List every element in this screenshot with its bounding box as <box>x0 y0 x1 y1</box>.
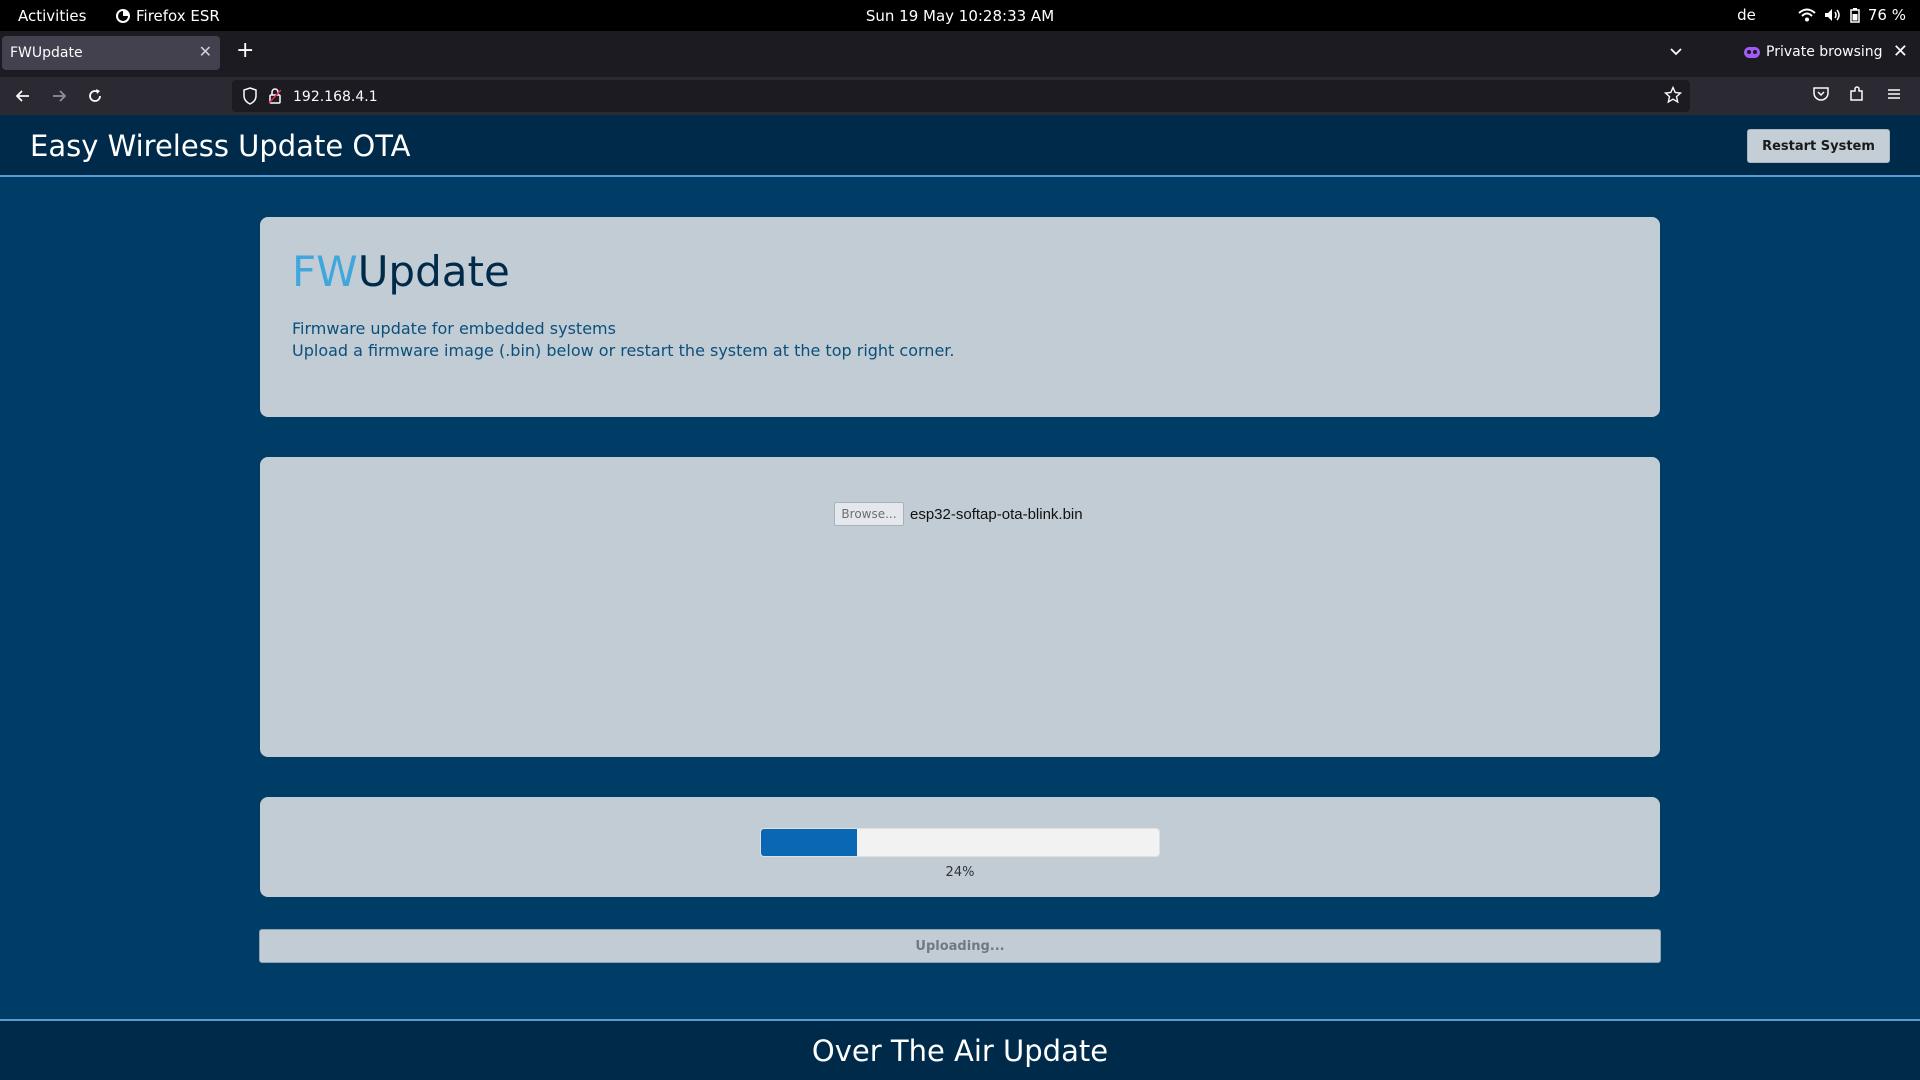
hero-title-accent: FW <box>292 247 358 296</box>
chevron-down-icon[interactable] <box>1668 43 1684 59</box>
back-button[interactable] <box>12 85 34 107</box>
keyboard-layout[interactable]: de <box>1737 6 1756 24</box>
extensions-button[interactable] <box>1848 85 1870 107</box>
firefox-icon <box>116 9 130 23</box>
upload-button[interactable]: Uploading... <box>259 929 1661 963</box>
url-bar[interactable]: 192.168.4.1 <box>232 80 1690 112</box>
reload-button[interactable] <box>84 85 106 107</box>
activities-button[interactable]: Activities <box>18 7 86 25</box>
new-tab-icon[interactable]: + <box>236 40 254 62</box>
file-input[interactable]: Browse... esp32-softap-ota-blink.bin <box>834 502 1083 526</box>
tab-fwupdate[interactable]: FWUpdate ✕ <box>2 36 220 70</box>
private-mask-icon <box>1744 46 1760 58</box>
selected-file-name: esp32-softap-ota-blink.bin <box>910 505 1083 523</box>
arrow-left-icon <box>15 90 29 102</box>
system-status-area[interactable]: de 76 % <box>1737 6 1906 24</box>
page-header: Easy Wireless Update OTA Restart System <box>0 115 1920 177</box>
close-tab-icon[interactable]: ✕ <box>199 42 212 61</box>
insecure-lock-icon[interactable] <box>268 87 282 105</box>
browse-button[interactable]: Browse... <box>834 502 904 526</box>
wifi-icon <box>1798 8 1816 22</box>
reload-icon <box>89 89 101 102</box>
url-text[interactable]: 192.168.4.1 <box>293 89 378 105</box>
system-top-bar: Activities Firefox ESR Sun 19 May 10:28:… <box>0 0 1920 31</box>
pocket-button[interactable] <box>1812 85 1834 107</box>
intro-card: FWUpdate Firmware update for embedded sy… <box>260 217 1660 417</box>
hero-title: FWUpdate <box>292 247 510 296</box>
app-menu-button[interactable] <box>1885 85 1907 107</box>
tab-title: FWUpdate <box>10 45 83 61</box>
hamburger-menu-icon <box>1888 89 1900 99</box>
page-footer: Over The Air Update <box>0 1019 1920 1080</box>
web-page: Easy Wireless Update OTA Restart System … <box>0 115 1920 1080</box>
app-name: Firefox ESR <box>136 7 220 25</box>
file-upload-card: Browse... esp32-softap-ota-blink.bin <box>260 457 1660 757</box>
restart-system-button[interactable]: Restart System <box>1747 129 1890 163</box>
app-menu[interactable]: Firefox ESR <box>116 7 220 25</box>
hero-description-line2: Upload a firmware image (.bin) below or … <box>292 341 955 360</box>
close-window-icon[interactable]: ✕ <box>1893 41 1908 62</box>
navigation-bar: 192.168.4.1 <box>0 77 1920 115</box>
puzzle-icon <box>1850 86 1863 101</box>
progress-bar-fill <box>761 829 857 856</box>
arrow-right-icon <box>53 90 67 102</box>
bookmark-star-icon[interactable] <box>1664 86 1682 104</box>
page-header-title: Easy Wireless Update OTA <box>30 129 411 163</box>
pocket-icon <box>1813 87 1829 101</box>
tracking-protection-icon[interactable] <box>242 87 258 105</box>
private-browsing-indicator: Private browsing <box>1744 44 1883 60</box>
progress-percentage: 24% <box>945 865 975 880</box>
hero-title-rest: Update <box>357 247 510 296</box>
hero-description-line1: Firmware update for embedded systems <box>292 319 616 338</box>
page-footer-title: Over The Air Update <box>811 1034 1109 1068</box>
battery-icon <box>1850 7 1860 23</box>
forward-button[interactable] <box>48 85 70 107</box>
progress-card: 24% <box>260 797 1660 897</box>
battery-percentage: 76 % <box>1867 6 1906 24</box>
tab-strip: FWUpdate ✕ + Private browsing ✕ <box>0 31 1920 77</box>
private-browsing-label: Private browsing <box>1766 44 1883 60</box>
progress-bar <box>760 828 1160 857</box>
volume-icon <box>1824 9 1840 21</box>
clock[interactable]: Sun 19 May 10:28:33 AM <box>866 7 1054 25</box>
